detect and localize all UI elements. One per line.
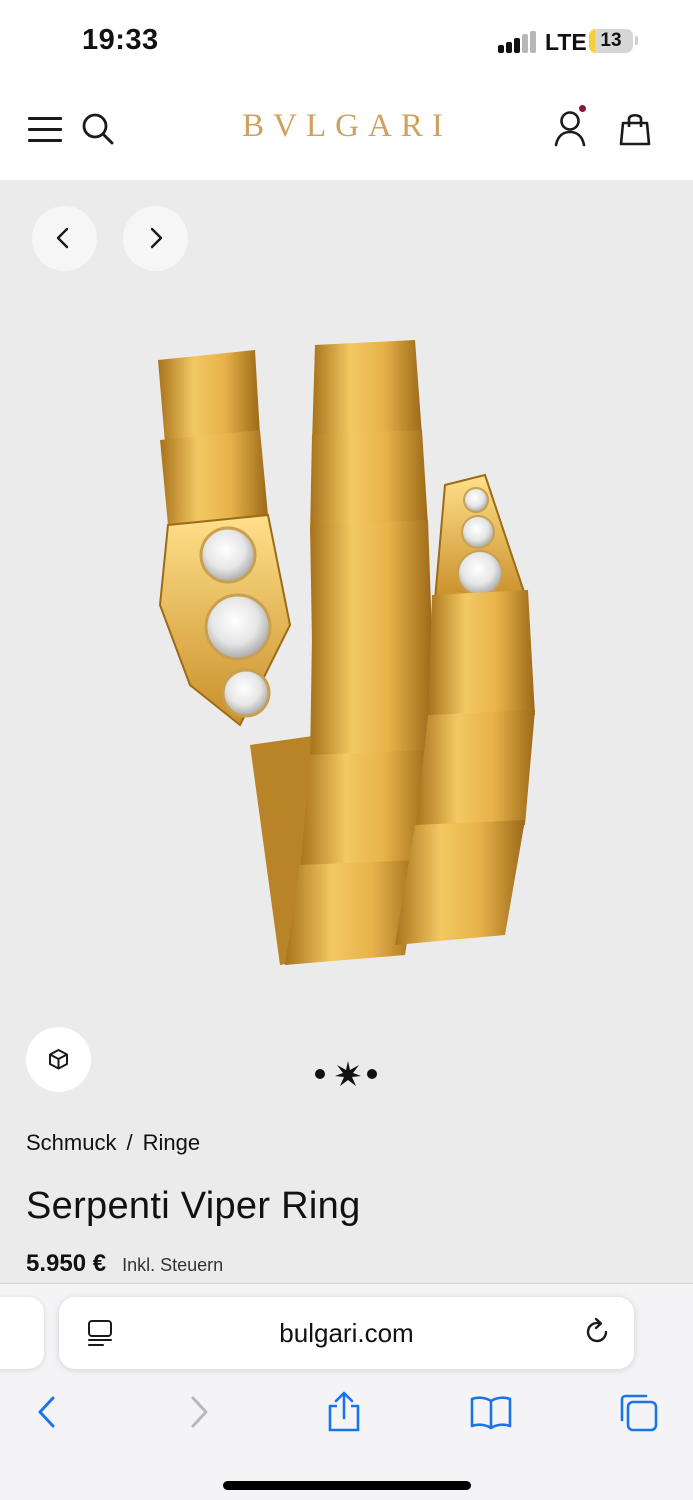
forward-button[interactable] (176, 1390, 220, 1434)
chevron-right-icon (150, 227, 163, 249)
address-bar[interactable]: bulgari.com (59, 1297, 634, 1369)
battery-tip (635, 36, 638, 45)
slide-dot[interactable] (367, 1069, 377, 1079)
network-type: LTE (545, 29, 587, 55)
product-price: 5.950 € (26, 1250, 107, 1277)
previous-image-button[interactable] (32, 206, 97, 271)
home-indicator (223, 1481, 471, 1490)
status-bar: 19:33 LTE 13 (0, 0, 693, 84)
account-notification-dot (579, 105, 586, 112)
url-text: bulgari.com (279, 1318, 414, 1348)
cube-3d-icon (49, 1049, 68, 1070)
sparkle-icon[interactable] (334, 1060, 362, 1088)
forward-icon (191, 1396, 208, 1428)
slide-indicator (313, 1060, 383, 1088)
share-icon (328, 1391, 360, 1432)
cellular-signal-icon (498, 31, 536, 53)
product-image[interactable] (140, 325, 560, 975)
account-icon[interactable] (552, 109, 588, 149)
price-row: 5.950 € Inkl. Steuern (26, 1250, 223, 1278)
battery-level: 13 (600, 30, 622, 51)
slide-dot[interactable] (315, 1069, 325, 1079)
product-title: Serpenti Viper Ring (26, 1185, 361, 1227)
back-icon (38, 1396, 55, 1428)
browser-bottom-bar: bulgari.com (0, 1283, 693, 1500)
brand-logo[interactable]: BVLGARI (226, 108, 468, 145)
status-time: 19:33 (82, 24, 159, 56)
site-header: BVLGARI (0, 84, 693, 180)
reload-icon[interactable] (582, 1317, 612, 1347)
chevron-left-icon (56, 227, 69, 249)
tabs-icon (620, 1394, 658, 1432)
bookmarks-button[interactable] (469, 1390, 513, 1434)
back-button[interactable] (26, 1390, 70, 1434)
previous-tab-peek[interactable] (0, 1297, 44, 1369)
battery-icon: 13 (589, 29, 633, 53)
shopping-bag-icon[interactable] (617, 109, 653, 149)
view-3d-button[interactable] (26, 1027, 91, 1092)
breadcrumb-category[interactable]: Schmuck (26, 1130, 116, 1155)
menu-icon[interactable] (28, 115, 62, 143)
share-button[interactable] (322, 1390, 366, 1434)
breadcrumb-separator: / (126, 1130, 133, 1155)
search-icon[interactable] (80, 111, 116, 147)
bookmarks-icon (470, 1396, 512, 1430)
next-image-button[interactable] (123, 206, 188, 271)
tabs-button[interactable] (616, 1390, 660, 1434)
breadcrumb: Schmuck / Ringe (26, 1130, 200, 1156)
product-gallery: Schmuck / Ringe Serpenti Viper Ring 5.950 … (0, 180, 693, 1284)
breadcrumb-subcategory[interactable]: Ringe (143, 1130, 200, 1155)
tax-note: Inkl. Steuern (122, 1255, 224, 1275)
